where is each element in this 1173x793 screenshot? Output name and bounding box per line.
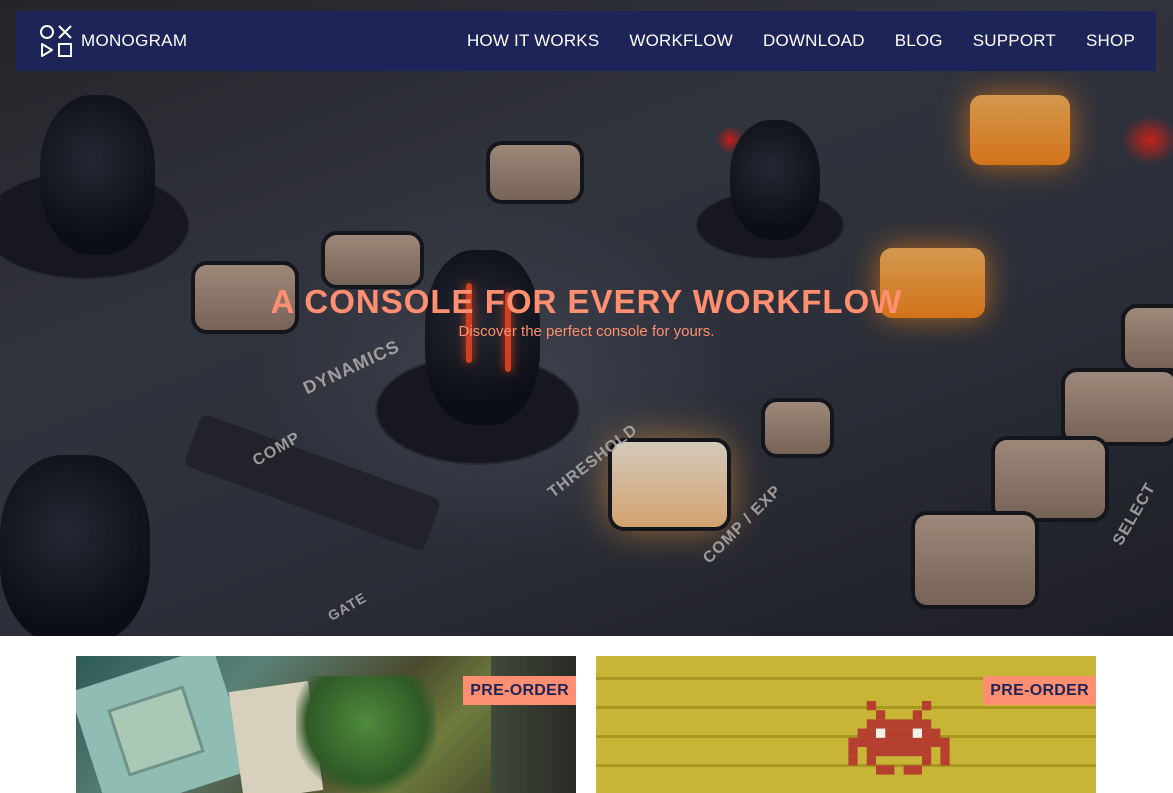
- hero-section: DYNAMICS COMP THRESHOLD COMP / EXP SELEC…: [0, 0, 1173, 636]
- brand-home-link[interactable]: MONOGRAM: [39, 24, 187, 58]
- nav-item: SHOP: [1086, 31, 1135, 51]
- nav-item: HOW IT WORKS: [467, 31, 599, 51]
- product-card[interactable]: PRE-ORDER: [76, 656, 576, 793]
- nav-links: HOW IT WORKS WORKFLOW DOWNLOAD BLOG SUPP…: [467, 31, 1135, 51]
- pre-order-badge: PRE-ORDER: [983, 676, 1096, 705]
- nav-item: SUPPORT: [973, 31, 1056, 51]
- top-navigation: MONOGRAM HOW IT WORKS WORKFLOW DOWNLOAD …: [16, 11, 1156, 71]
- nav-link-workflow[interactable]: WORKFLOW: [629, 31, 733, 50]
- nav-link-download[interactable]: DOWNLOAD: [763, 31, 865, 50]
- brand-name: MONOGRAM: [81, 31, 188, 50]
- pre-order-badge: PRE-ORDER: [463, 676, 576, 705]
- space-invader-image: [848, 701, 950, 775]
- nav-item: BLOG: [895, 31, 943, 51]
- hero-title: A CONSOLE FOR EVERY WORKFLOW: [270, 283, 903, 320]
- hero-subtitle: Discover the perfect console for yours.: [458, 323, 715, 340]
- nav-item: DOWNLOAD: [763, 31, 865, 51]
- product-card[interactable]: PRE-ORDER: [596, 656, 1096, 793]
- nav-link-support[interactable]: SUPPORT: [973, 31, 1056, 50]
- hero-text: A CONSOLE FOR EVERY WORKFLOW Discover th…: [0, 283, 1173, 340]
- nav-link-blog[interactable]: BLOG: [895, 31, 943, 50]
- nav-link-shop[interactable]: SHOP: [1086, 31, 1135, 50]
- nav-link-how-it-works[interactable]: HOW IT WORKS: [467, 31, 599, 50]
- nav-item: WORKFLOW: [629, 31, 733, 51]
- plant-image: [296, 676, 436, 793]
- monogram-logo-icon: [40, 25, 72, 57]
